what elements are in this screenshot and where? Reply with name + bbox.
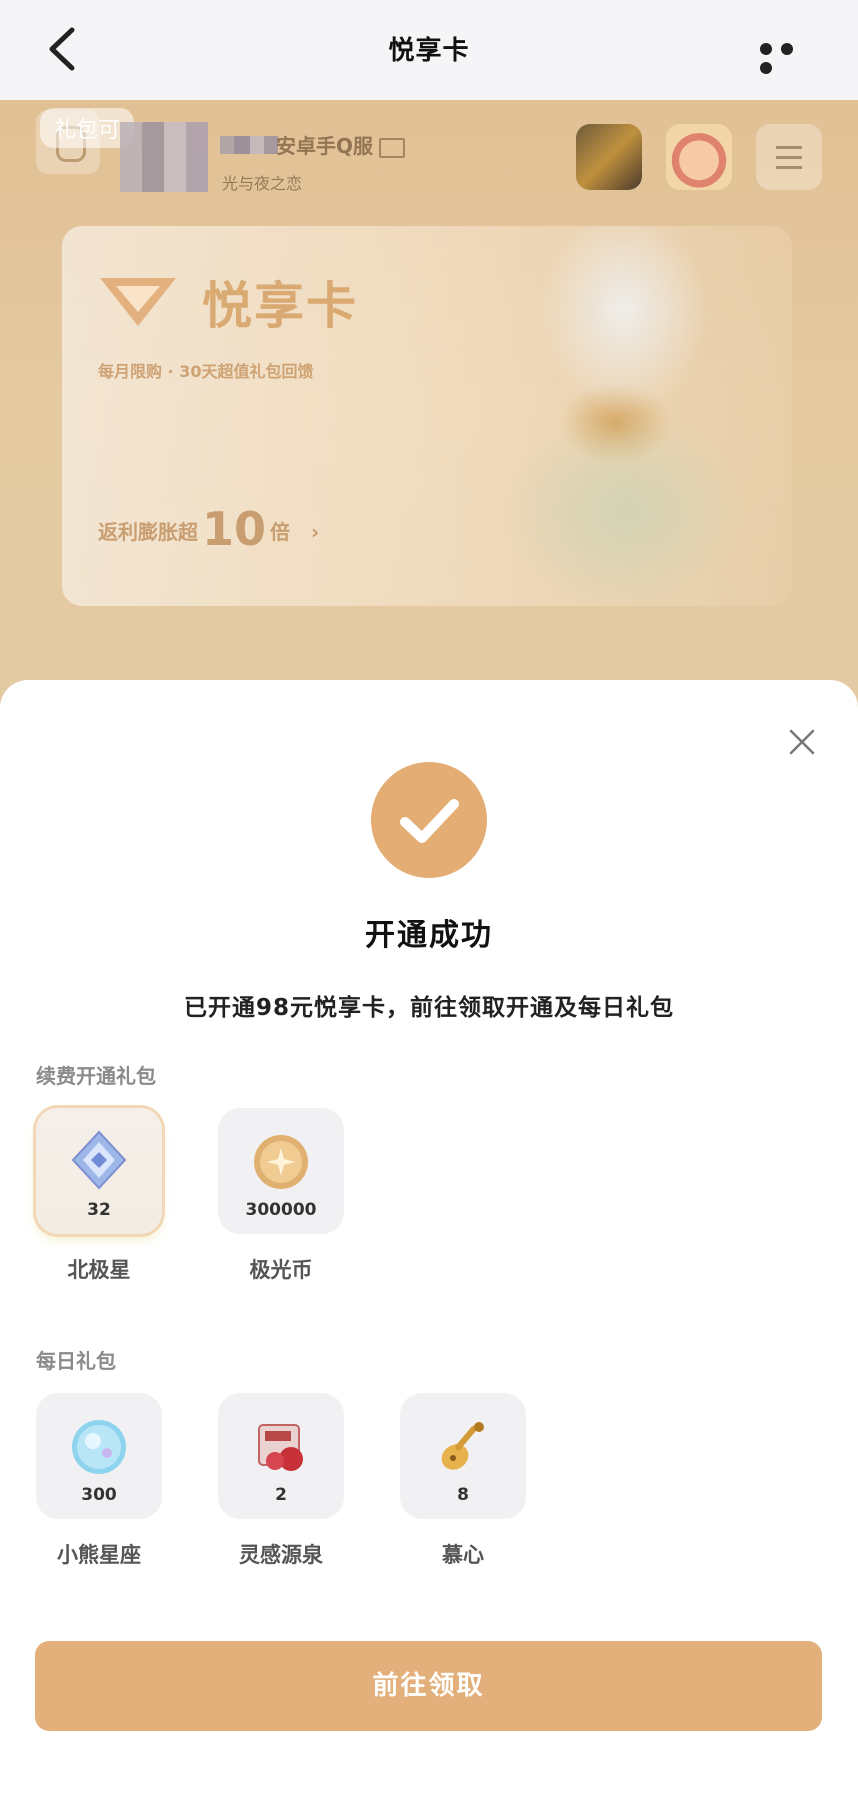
renewal-gift-label: 续费开通礼包	[36, 1064, 156, 1088]
close-icon[interactable]	[788, 728, 816, 756]
reward-item-name: 慕心	[442, 1543, 484, 1567]
gold-coin-icon	[254, 1135, 308, 1189]
card-title: 悦享卡	[202, 277, 358, 335]
blurred-avatar	[120, 122, 208, 192]
reward-item-beijixing: 32 北极星	[36, 1108, 162, 1284]
daily-gift-label: 每日礼包	[36, 1349, 116, 1373]
reward-item-name: 北极星	[67, 1258, 131, 1282]
page-title: 悦享卡	[388, 36, 470, 66]
top-nav-bar: 悦享卡	[0, 0, 858, 100]
gift-box-icon	[258, 1424, 303, 1471]
reward-item-xiaoxiongxingzuo: 300 小熊星座	[36, 1393, 162, 1569]
success-check-icon	[371, 762, 487, 878]
reward-item-name: 小熊星座	[57, 1543, 141, 1567]
success-description: 已开通98元悦享卡，前往领取开通及每日礼包	[183, 995, 674, 1021]
reward-item-name: 极光币	[249, 1258, 313, 1282]
card-subtitle: 每月限购 · 30天超值礼包回馈	[98, 362, 314, 381]
crystal-diamond-icon	[71, 1130, 127, 1190]
golden-lute-icon	[441, 1422, 484, 1470]
game-name: 光与夜之恋	[222, 174, 303, 193]
claim-button[interactable]: 前往领取	[35, 1641, 822, 1731]
character-artwork	[372, 226, 792, 606]
chevron-right-icon: ›	[310, 520, 320, 544]
yuexiang-card-banner: 悦享卡 每月限购 · 30天超值礼包回馈 返利膨胀超10 倍 ›	[62, 226, 792, 606]
more-options-icon[interactable]	[760, 40, 822, 74]
menu-icon	[756, 124, 822, 190]
diamond-logo-icon	[100, 278, 176, 326]
reward-item-muxin: 8 慕心	[400, 1393, 526, 1569]
game-avatar	[576, 124, 642, 190]
reward-item-jiguangbi: 300000 极光币	[218, 1108, 344, 1284]
character-avatar	[666, 124, 732, 190]
card-rebate: 返利膨胀超10 倍 ›	[98, 502, 320, 556]
switch-server-icon	[379, 137, 406, 158]
server-name: 安卓手Q服	[276, 130, 406, 159]
reward-item-name: 灵感源泉	[239, 1543, 323, 1567]
blurred-username	[220, 136, 278, 154]
blue-orb-icon	[72, 1420, 126, 1474]
reward-item-linggan: 2 灵感源泉	[218, 1393, 344, 1569]
success-title: 开通成功	[365, 918, 493, 953]
